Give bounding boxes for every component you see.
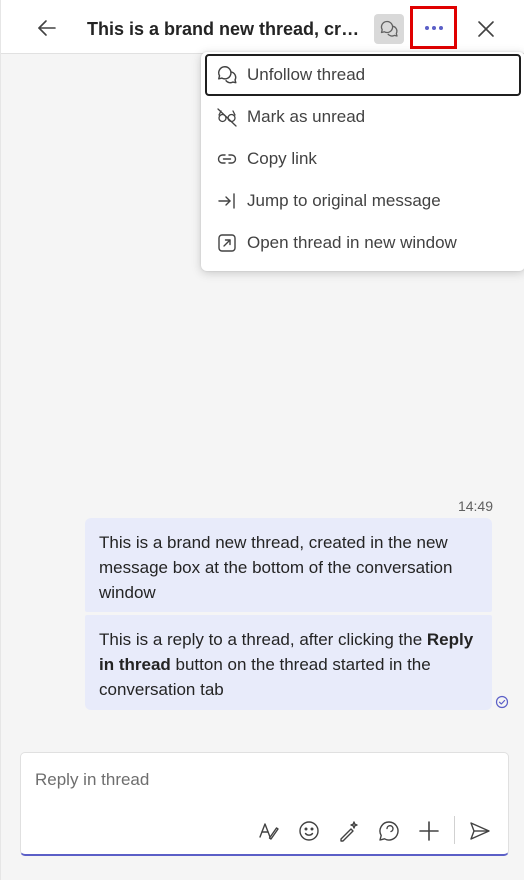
close-icon xyxy=(476,19,496,39)
more-options-button[interactable] xyxy=(410,6,457,49)
format-button[interactable] xyxy=(255,817,283,845)
menu-item-label: Open thread in new window xyxy=(247,233,457,252)
menu-item-label: Copy link xyxy=(247,149,317,168)
emoji-button[interactable] xyxy=(295,817,323,845)
thread-title: This is a brand new thread, created in t… xyxy=(87,19,363,39)
format-icon xyxy=(257,819,281,843)
open-external-icon xyxy=(215,231,239,255)
menu-item-label: Jump to original message xyxy=(247,191,441,210)
menu-item-open-new-window[interactable]: Open thread in new window xyxy=(205,222,521,264)
sparkle-pen-icon xyxy=(337,819,361,843)
thread-panel: This is a brand new thread, created in t… xyxy=(0,0,524,880)
reply-compose-box xyxy=(20,752,509,856)
thread-header: This is a brand new thread, created in t… xyxy=(1,0,524,54)
eye-off-icon xyxy=(215,105,239,129)
follow-thread-button[interactable] xyxy=(374,14,404,44)
toolbar-divider xyxy=(454,816,455,844)
read-receipt-icon xyxy=(495,695,509,709)
menu-item-mark-as-unread[interactable]: Mark as unread xyxy=(205,96,521,138)
loop-icon xyxy=(377,819,401,843)
menu-item-jump-to-original[interactable]: Jump to original message xyxy=(205,180,521,222)
chat-bubbles-icon xyxy=(379,19,399,39)
menu-item-label: Unfollow thread xyxy=(247,65,366,84)
copilot-button[interactable] xyxy=(335,817,363,845)
reply-input[interactable] xyxy=(35,767,475,793)
menu-item-unfollow-thread[interactable]: Unfollow thread xyxy=(205,54,521,96)
message-text: This is a brand new thread, created in t… xyxy=(99,533,453,602)
message-bubble[interactable]: This is a reply to a thread, after click… xyxy=(85,615,492,710)
message-text: This is a reply to a thread, after click… xyxy=(99,630,474,699)
menu-item-label: Mark as unread xyxy=(247,107,366,126)
close-button[interactable] xyxy=(471,14,501,44)
send-icon xyxy=(468,819,492,843)
add-attachment-button[interactable] xyxy=(415,817,443,845)
message-timestamp: 14:49 xyxy=(457,498,493,514)
chat-bubbles-icon xyxy=(215,63,239,87)
emoji-icon xyxy=(297,819,321,843)
menu-item-copy-link[interactable]: Copy link xyxy=(205,138,521,180)
link-icon xyxy=(215,147,239,171)
plus-icon xyxy=(417,819,441,843)
message-bubble[interactable]: This is a brand new thread, created in t… xyxy=(85,518,492,612)
arrow-left-icon xyxy=(35,16,59,40)
loop-button[interactable] xyxy=(375,817,403,845)
more-horizontal-icon xyxy=(424,25,443,30)
send-button[interactable] xyxy=(466,817,494,845)
arrow-enter-icon xyxy=(215,189,239,213)
more-options-menu: Unfollow thread Mark as unread Copy link xyxy=(201,52,524,271)
back-button[interactable] xyxy=(31,14,63,42)
